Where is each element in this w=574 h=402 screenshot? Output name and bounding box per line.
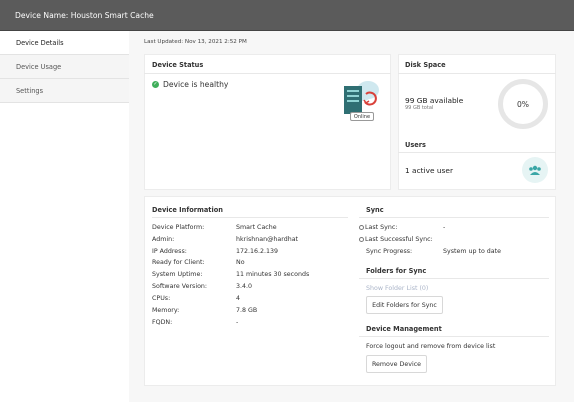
last-sync-value: - <box>443 224 446 231</box>
info-label-uptime: System Uptime: <box>152 271 203 278</box>
info-value-software: 3.4.0 <box>236 283 253 290</box>
users-title: Users <box>405 141 426 149</box>
info-value-platform: Smart Cache <box>236 224 277 231</box>
info-value-ip: 172.16.2.139 <box>236 248 279 255</box>
sidebar: Device Details Device Usage Settings <box>0 31 129 103</box>
show-folder-list-link[interactable]: Show Folder List (0) <box>366 285 428 292</box>
sidebar-item-label: Device Details <box>16 39 64 47</box>
sidebar-item-label: Settings <box>16 87 44 95</box>
info-label-ip: IP Address: <box>152 248 187 255</box>
divider <box>144 73 391 74</box>
info-label-software: Software Version: <box>152 283 208 290</box>
device-health-status: ✓ Device is healthy <box>152 80 228 89</box>
online-badge-label: Online <box>353 113 371 120</box>
window-title-bar: Device Name: Houston Smart Cache <box>0 0 574 31</box>
last-successful-sync-text: Last Successful Sync: <box>365 236 433 243</box>
last-sync-label: Last Sync: <box>359 224 397 231</box>
disk-available-text: 99 GB available <box>405 96 464 105</box>
info-label-admin: Admin: <box>152 236 175 243</box>
remove-device-button-label: Remove Device <box>371 360 422 368</box>
device-status-title: Device Status <box>152 61 204 69</box>
disk-space-title: Disk Space <box>405 61 446 69</box>
divider <box>359 336 549 337</box>
info-label-fqdn: FQDN: <box>152 319 173 326</box>
device-status-card <box>144 54 391 190</box>
disk-total-text: 99 GB total <box>405 105 434 111</box>
info-value-uptime: 11 minutes 30 seconds <box>236 271 310 278</box>
device-management-title: Device Management <box>366 325 442 333</box>
info-label-platform: Device Platform: <box>152 224 205 231</box>
device-management-description: Force logout and remove from device list <box>366 343 496 350</box>
clock-icon <box>359 236 364 242</box>
sync-progress-label: Sync Progress: <box>366 248 413 255</box>
info-value-fqdn: - <box>236 319 239 326</box>
sync-title: Sync <box>366 206 384 214</box>
sync-progress-value: System up to date <box>443 248 501 255</box>
divider <box>152 217 348 218</box>
info-value-ready: No <box>236 259 245 266</box>
info-label-memory: Memory: <box>152 307 180 314</box>
active-users-text: 1 active user <box>405 166 453 175</box>
divider <box>398 73 556 74</box>
sidebar-item-device-details[interactable]: Device Details <box>0 31 129 55</box>
last-successful-sync-label: Last Successful Sync: <box>359 236 433 243</box>
device-information-card <box>144 196 556 386</box>
disk-usage-percent: 0% <box>516 99 530 109</box>
sidebar-item-device-usage[interactable]: Device Usage <box>0 55 129 79</box>
online-badge: Online <box>350 112 374 121</box>
remove-device-button[interactable]: Remove Device <box>366 355 427 373</box>
info-label-cpus: CPUs: <box>152 295 171 302</box>
info-value-admin: hkrishnan@hardhat <box>236 236 299 243</box>
device-information-title: Device Information <box>152 206 223 214</box>
disk-usage-ring: 0% <box>498 79 548 129</box>
divider <box>359 217 549 218</box>
check-circle-icon: ✓ <box>152 81 159 88</box>
info-value-cpus: 4 <box>236 295 241 302</box>
sidebar-item-label: Device Usage <box>16 63 62 71</box>
device-health-text: Device is healthy <box>163 80 229 89</box>
divider <box>359 278 549 279</box>
users-group-icon <box>529 165 541 175</box>
edit-folders-button-label: Edit Folders for Sync <box>372 301 437 309</box>
folders-for-sync-title: Folders for Sync <box>366 267 427 275</box>
info-label-ready: Ready for Client: <box>152 259 205 266</box>
clock-icon <box>359 224 364 230</box>
users-icon <box>522 157 548 183</box>
last-updated-text: Last Updated: Nov 13, 2021 2:52 PM <box>144 39 247 45</box>
last-sync-label-text: Last Sync: <box>365 224 398 231</box>
divider <box>398 152 556 153</box>
device-name-title: Device Name: Houston Smart Cache <box>15 11 154 20</box>
edit-folders-button[interactable]: Edit Folders for Sync <box>366 296 443 314</box>
info-value-memory: 7.8 GB <box>236 307 258 314</box>
sidebar-item-settings[interactable]: Settings <box>0 79 129 103</box>
